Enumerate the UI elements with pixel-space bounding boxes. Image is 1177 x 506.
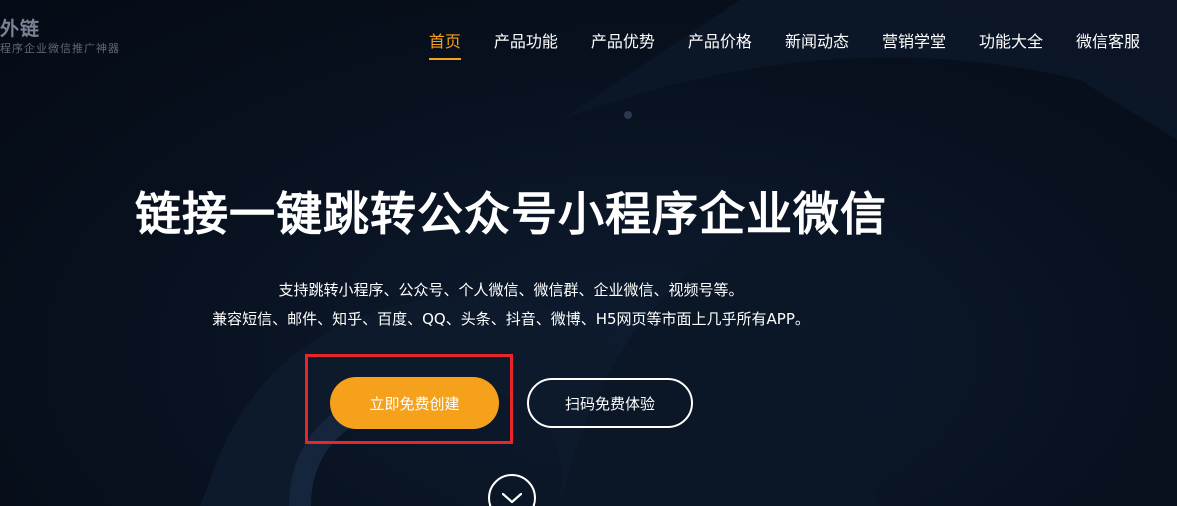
background-decoration <box>200 0 1177 506</box>
hero-description-line-1: 支持跳转小程序、公众号、个人微信、微信群、企业微信、视频号等。 <box>278 281 744 299</box>
nav-item-home[interactable]: 首页 <box>428 32 461 60</box>
nav-item-wechat-service[interactable]: 微信客服 <box>1076 32 1140 52</box>
scan-trial-button[interactable]: 扫码免费体验 <box>527 378 693 428</box>
nav-item-advantages[interactable]: 产品优势 <box>591 32 655 52</box>
nav-item-features[interactable]: 产品功能 <box>494 32 558 52</box>
hero-description-line-2: 兼容短信、邮件、知乎、百度、QQ、头条、抖音、微博、H5网页等市面上几乎所有AP… <box>212 310 810 328</box>
logo-subtitle: 程序企业微信推广神器 <box>0 42 120 55</box>
site-logo[interactable]: 外链 程序企业微信推广神器 <box>0 18 120 56</box>
nav-item-pricing[interactable]: 产品价格 <box>688 32 752 52</box>
chevron-down-icon <box>501 492 523 504</box>
create-free-button[interactable]: 立即免费创建 <box>330 377 499 429</box>
landing-page: 外链 程序企业微信推广神器 首页 产品功能 产品优势 产品价格 新闻动态 营销学… <box>0 0 1177 506</box>
nav-item-marketing-school[interactable]: 营销学堂 <box>882 32 946 52</box>
hero-title: 链接一键跳转公众号小程序企业微信 <box>135 187 887 241</box>
main-nav: 首页 产品功能 产品优势 产品价格 新闻动态 营销学堂 功能大全 微信客服 <box>396 32 1140 60</box>
nav-item-news[interactable]: 新闻动态 <box>785 32 849 52</box>
nav-item-feature-list[interactable]: 功能大全 <box>979 32 1043 52</box>
logo-title: 外链 <box>0 18 41 40</box>
